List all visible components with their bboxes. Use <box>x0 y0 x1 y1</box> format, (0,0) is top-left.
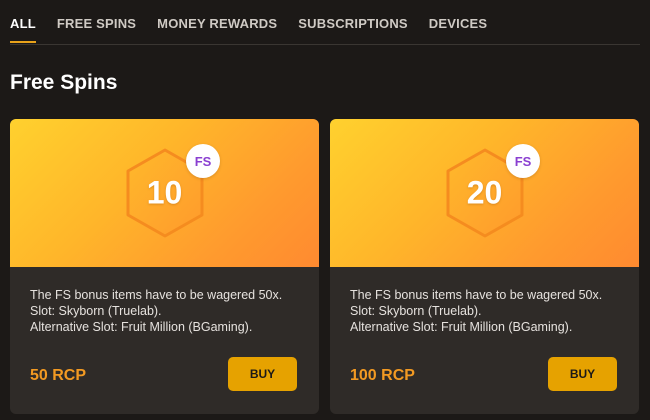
buy-button[interactable]: BUY <box>548 357 617 391</box>
description-line: Alternative Slot: Fruit Million (BGaming… <box>350 320 573 334</box>
card-hero: 20 FS <box>330 119 639 267</box>
free-spins-card: 20 FS The FS bonus items have to be wage… <box>330 119 639 414</box>
buy-button[interactable]: BUY <box>228 357 297 391</box>
section-title: Free Spins <box>10 71 118 94</box>
category-tabs: ALL FREE SPINS MONEY REWARDS SUBSCRIPTIO… <box>10 0 640 45</box>
tab-devices[interactable]: DEVICES <box>429 16 487 43</box>
description-line: Alternative Slot: Fruit Million (BGaming… <box>30 320 253 334</box>
page: ALL FREE SPINS MONEY REWARDS SUBSCRIPTIO… <box>0 0 650 420</box>
tab-all[interactable]: ALL <box>10 16 36 43</box>
fs-badge: FS <box>186 144 220 178</box>
card-body: The FS bonus items have to be wagered 50… <box>10 267 319 414</box>
card-price: 50 RCP <box>30 367 87 384</box>
spins-count: 20 <box>466 174 503 211</box>
card-hero: 10 FS <box>10 119 319 267</box>
tab-subscriptions[interactable]: SUBSCRIPTIONS <box>298 16 408 43</box>
card-price: 100 RCP <box>350 367 415 384</box>
free-spins-card: 10 FS The FS bonus items have to be wage… <box>10 119 319 414</box>
tab-free-spins[interactable]: FREE SPINS <box>57 16 136 43</box>
description-line: The FS bonus items have to be wagered 50… <box>30 288 283 318</box>
tab-money-rewards[interactable]: MONEY REWARDS <box>157 16 277 43</box>
spins-count: 10 <box>146 174 183 211</box>
fs-badge: FS <box>506 144 540 178</box>
description-line: The FS bonus items have to be wagered 50… <box>350 288 603 318</box>
card-body: The FS bonus items have to be wagered 50… <box>330 267 639 414</box>
card-description: The FS bonus items have to be wagered 50… <box>30 287 305 335</box>
card-description: The FS bonus items have to be wagered 50… <box>350 287 625 335</box>
